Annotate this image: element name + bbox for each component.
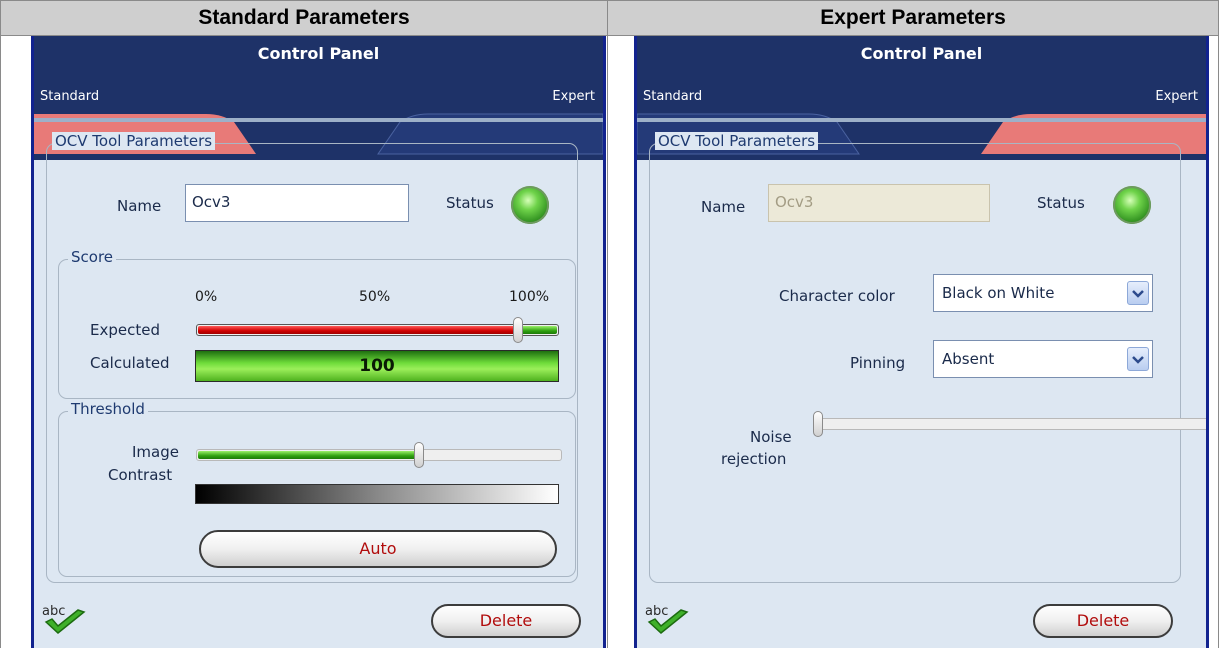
character-color-value: Black on White <box>942 284 1055 302</box>
control-panel-standard: Control Panel Standard Expert OCV Tool P… <box>31 36 606 648</box>
pinning-label: Pinning <box>850 354 906 372</box>
tab-standard[interactable]: Standard <box>643 89 702 104</box>
contrast-gradient-bar <box>195 484 559 504</box>
status-label: Status <box>1037 194 1085 212</box>
abc-check-icon[interactable]: abc <box>643 602 693 642</box>
noise-rejection-label-line2: rejection <box>721 450 787 468</box>
tab-expert[interactable]: Expert <box>1155 89 1198 104</box>
table-border-middle <box>607 36 608 648</box>
name-label: Name <box>701 198 746 216</box>
svg-text:abc: abc <box>42 604 65 619</box>
delete-button[interactable]: Delete <box>431 604 581 638</box>
status-led-icon <box>1113 186 1151 224</box>
image-contrast-fill <box>198 451 420 459</box>
character-color-select[interactable]: Black on White <box>933 274 1153 312</box>
abc-check-icon[interactable]: abc <box>40 602 90 642</box>
image-contrast-label-line2: Contrast <box>108 466 173 484</box>
auto-button[interactable]: Auto <box>199 530 557 568</box>
name-input: Ocv3 <box>768 184 990 222</box>
name-label: Name <box>117 197 162 215</box>
expected-slider[interactable] <box>196 324 559 336</box>
noise-rejection-slider-thumb[interactable] <box>813 411 823 437</box>
noise-rejection-label-line1: Noise <box>750 428 792 446</box>
noise-rejection-slider[interactable] <box>817 418 1206 430</box>
chevron-down-icon[interactable] <box>1127 281 1149 305</box>
image-contrast-slider[interactable] <box>196 449 562 461</box>
status-led-icon <box>511 186 549 224</box>
character-color-label: Character color <box>779 287 895 305</box>
group-legend: OCV Tool Parameters <box>655 132 819 150</box>
standard-parameters-header: Standard Parameters <box>0 0 608 36</box>
control-panel-expert: Control Panel Standard Expert OCV Tool P… <box>634 36 1209 648</box>
calculated-label: Calculated <box>90 354 170 372</box>
tab-expert[interactable]: Expert <box>552 89 595 104</box>
status-label: Status <box>446 194 494 212</box>
tab-separator <box>34 118 603 122</box>
delete-button[interactable]: Delete <box>1033 604 1173 638</box>
score-legend: Score <box>68 248 117 266</box>
expected-slider-thumb[interactable] <box>513 317 523 343</box>
chevron-down-icon[interactable] <box>1127 347 1149 371</box>
pct-50-label: 50% <box>359 289 391 305</box>
group-legend: OCV Tool Parameters <box>52 132 216 150</box>
expected-fill-red <box>198 326 519 334</box>
panel-title: Control Panel <box>34 36 603 76</box>
pinning-select[interactable]: Absent <box>933 340 1153 378</box>
name-input[interactable]: Ocv3 <box>185 184 409 222</box>
expert-parameters-header: Expert Parameters <box>607 0 1219 36</box>
threshold-legend: Threshold <box>68 400 148 418</box>
image-contrast-slider-thumb[interactable] <box>414 442 424 468</box>
tab-separator <box>637 118 1206 122</box>
pct-0-label: 0% <box>195 289 218 305</box>
tab-standard[interactable]: Standard <box>40 89 99 104</box>
image-contrast-label-line1: Image <box>132 443 179 461</box>
expected-label: Expected <box>90 321 160 339</box>
expected-fill-green <box>517 326 557 334</box>
table-border-left <box>0 36 1 648</box>
panel-title: Control Panel <box>637 36 1206 76</box>
pinning-value: Absent <box>942 350 995 368</box>
calculated-score-bar: 100 <box>195 350 559 382</box>
svg-text:abc: abc <box>645 604 668 619</box>
pct-100-label: 100% <box>509 289 550 305</box>
